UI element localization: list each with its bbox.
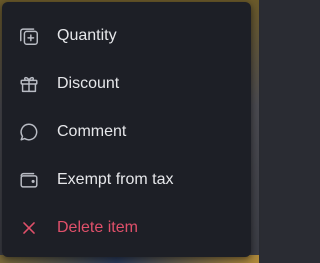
- quantity-icon: [17, 24, 41, 48]
- close-icon: [17, 216, 41, 240]
- menu-item-label: Exempt from tax: [57, 171, 174, 188]
- menu-item-label: Comment: [57, 123, 127, 140]
- menu-item-exempt-from-tax[interactable]: Exempt from tax: [2, 156, 251, 204]
- wallet-icon: [17, 168, 41, 192]
- menu-item-label: Discount: [57, 75, 120, 92]
- menu-item-comment[interactable]: Comment: [2, 108, 251, 156]
- menu-item-delete-item[interactable]: Delete item: [2, 204, 251, 252]
- menu-item-label: Quantity: [57, 27, 117, 44]
- gift-icon: [17, 72, 41, 96]
- menu-item-discount[interactable]: Discount: [2, 60, 251, 108]
- menu-item-label: Delete item: [57, 219, 138, 236]
- menu-item-quantity[interactable]: Quantity: [2, 12, 251, 60]
- context-menu: Quantity Discount Comment Exempt from ta…: [2, 2, 251, 257]
- comment-icon: [17, 120, 41, 144]
